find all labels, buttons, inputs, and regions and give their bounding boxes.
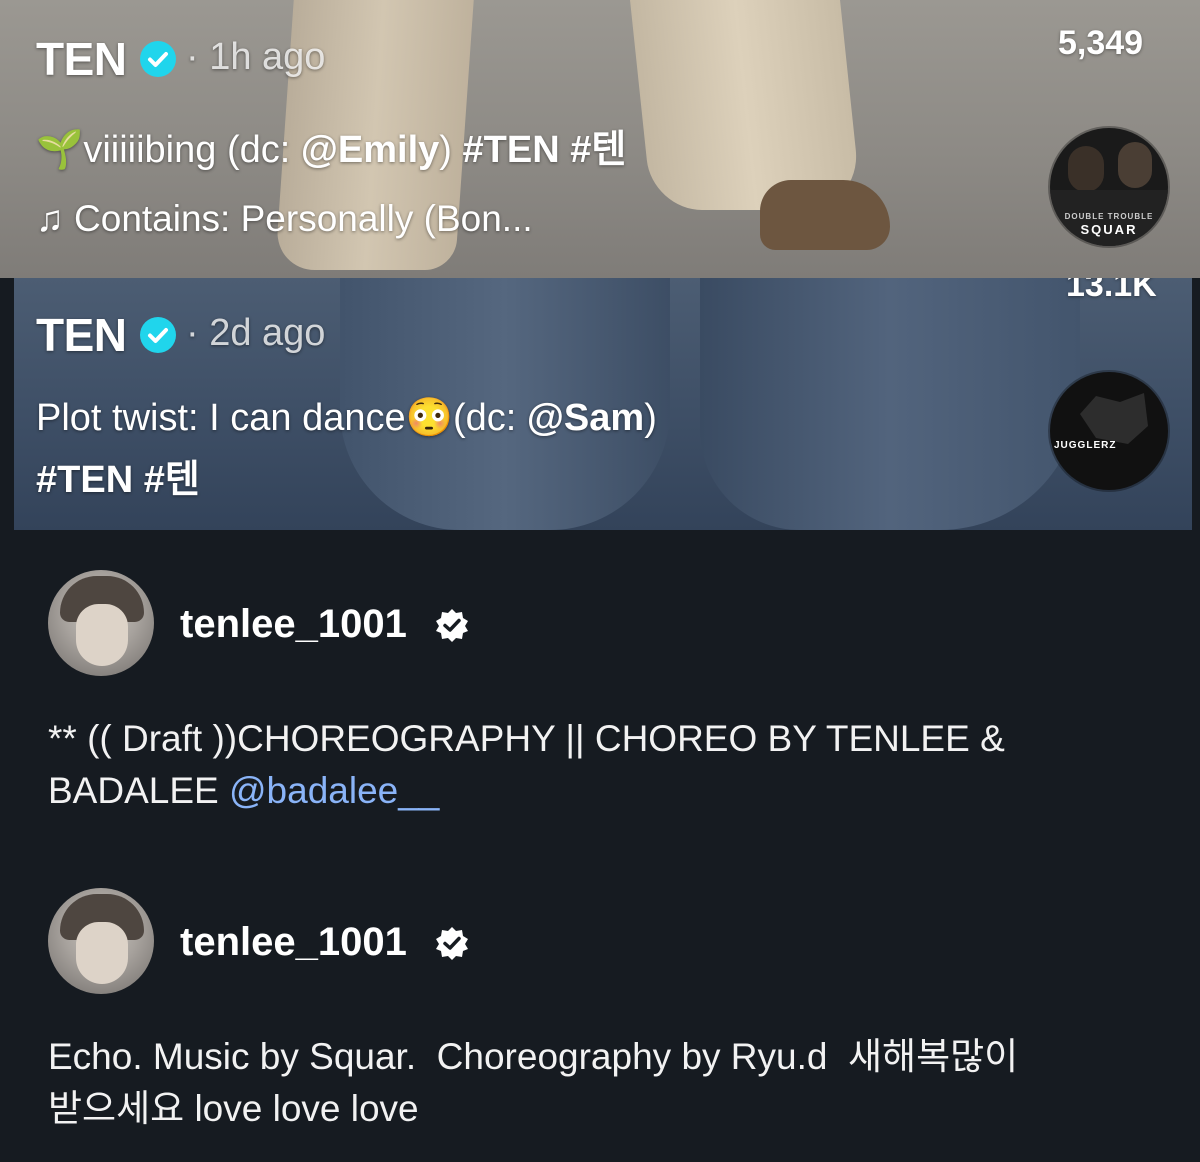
post2-time: · 2d ago (186, 312, 326, 354)
caption-line-1: Echo. Music by Squar. Choreography by Ry… (48, 1036, 1019, 1077)
avatar[interactable] (48, 888, 154, 994)
music-note-icon: ♫ (36, 198, 64, 239)
post2-username[interactable]: TEN (36, 308, 127, 362)
avatar[interactable] (48, 570, 154, 676)
hashtags[interactable]: #TEN #텐 (36, 459, 200, 501)
post1-caption: 🌱viiiiibing (dc: @Emily) #TEN #텐 (36, 118, 626, 173)
instagram-verified-badge-icon (436, 609, 468, 642)
share-count: 5,349 (1058, 24, 1144, 62)
sprout-emoji-icon: 🌱 (36, 129, 84, 171)
post1-music[interactable]: ♫ Contains: Personally (Bon... (36, 198, 533, 240)
caption-text: (dc: (452, 397, 527, 439)
caption-line-2: BADALEE @badalee__ (48, 765, 1148, 817)
post4-caption: Echo. Music by Squar. Choreography by Ry… (48, 1031, 1148, 1135)
post2-hashtags[interactable]: #TEN #텐 (36, 448, 200, 503)
verified-badge-icon (140, 317, 176, 353)
video-background (700, 278, 1080, 530)
caption-text: viiiiibing (dc: (83, 129, 301, 171)
frame-edge (0, 278, 14, 530)
caption-line-1: ** (( Draft ))CHOREOGRAPHY || CHOREO BY … (48, 718, 1005, 759)
mention-link[interactable]: @Emily (301, 129, 439, 171)
tiktok-post-1: TEN · 1h ago 🌱viiiiibing (dc: @Emily) #T… (0, 0, 1200, 278)
post1-username[interactable]: TEN (36, 32, 127, 86)
instagram-post-2: tenlee_1001 Echo. Music by Squar. Choreo… (0, 848, 1200, 1162)
post3-caption: ** (( Draft ))CHOREOGRAPHY || CHOREO BY … (48, 713, 1148, 817)
post4-username[interactable]: tenlee_1001 (180, 920, 407, 965)
instagram-verified-badge-icon (436, 927, 468, 960)
mention-link[interactable]: @Sam (527, 397, 644, 439)
music-disc[interactable]: DOUBLE TROUBLE SQUAR (1050, 128, 1168, 246)
mention-link[interactable]: @badalee__ (229, 770, 439, 811)
caption-line-2: 받으세요 love love love (48, 1088, 419, 1129)
disc-small-label: DOUBLE TROUBLE (1064, 212, 1154, 221)
disc-label: SQUAR (1080, 222, 1138, 237)
post1-time: · 1h ago (186, 36, 326, 78)
disc-label: JUGGLERZ (1054, 440, 1117, 451)
frame-edge (1192, 278, 1200, 530)
video-background (627, 0, 863, 210)
flushed-emoji-icon: 😳 (405, 397, 453, 439)
post3-username[interactable]: tenlee_1001 (180, 602, 407, 647)
video-background (760, 180, 890, 250)
caption-text: ) (439, 129, 463, 171)
share-count: 13.1K (1066, 278, 1157, 304)
music-label: Contains: Personally (Bon... (74, 198, 533, 239)
caption-text: Plot twist: I can dance (36, 397, 406, 439)
caption-text: BADALEE (48, 770, 229, 811)
hashtags[interactable]: #TEN #텐 (463, 129, 627, 171)
caption-text: ) (644, 397, 657, 439)
verified-badge-icon (140, 41, 176, 77)
tiktok-post-2: 13.1K TEN · 2d ago Plot twist: I can dan… (0, 278, 1200, 530)
post2-caption: Plot twist: I can dance😳(dc: @Sam) (36, 396, 657, 440)
instagram-post-1: tenlee_1001 ** (( Draft ))CHOREOGRAPHY |… (0, 530, 1200, 848)
music-disc[interactable]: JUGGLERZ (1050, 372, 1168, 490)
